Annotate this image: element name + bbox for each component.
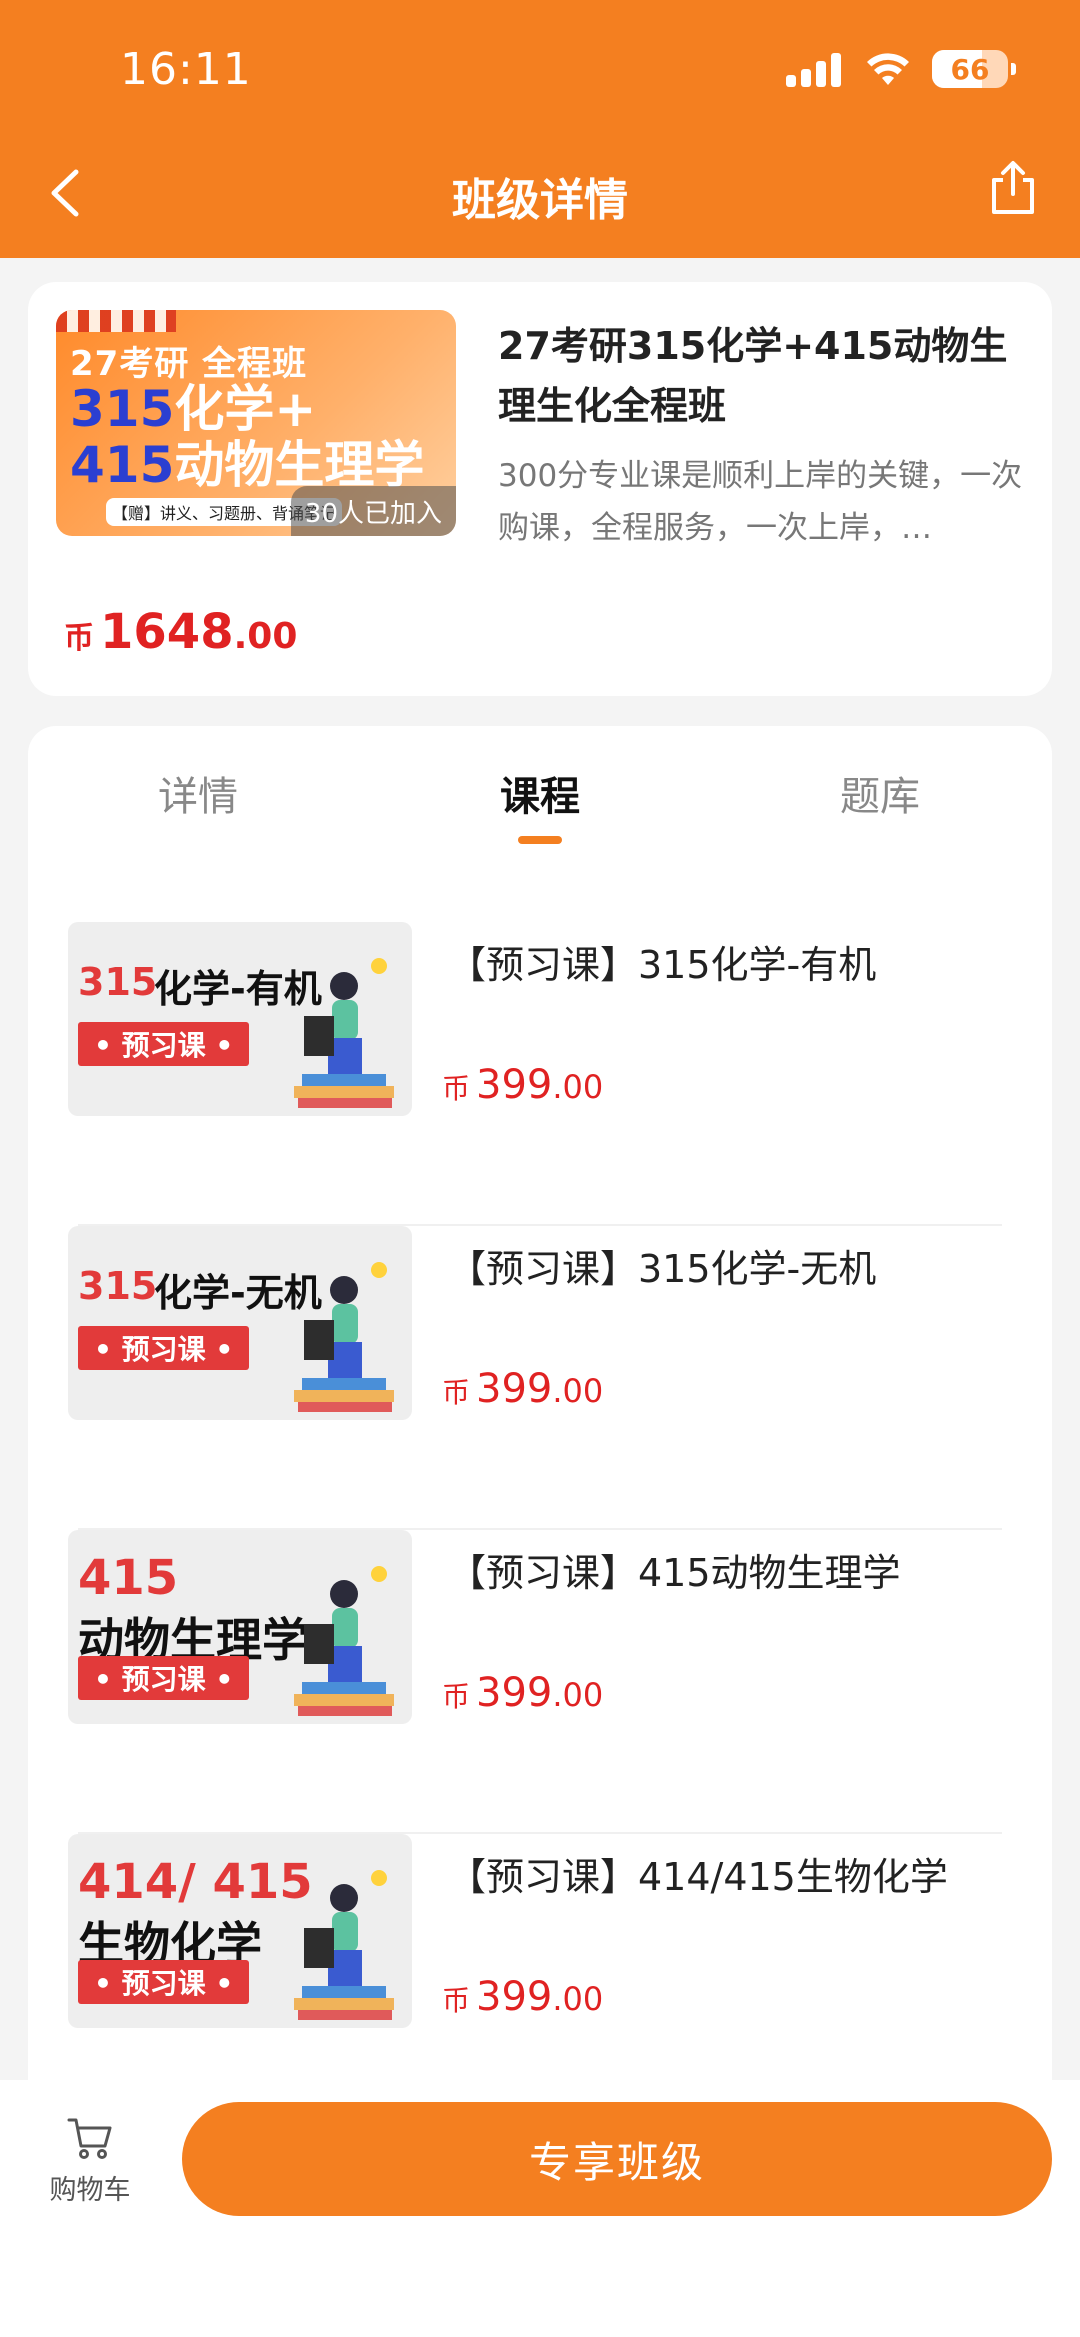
price-decimal: .00	[552, 1676, 604, 1714]
course-item[interactable]: 315 化学-有机 • 预习课 • 【预习课】315化学-有机 币 399 .0…	[28, 922, 1052, 1226]
currency-symbol: 币	[442, 1680, 471, 1713]
class-title: 27考研315化学+415动物生理生化全程班	[498, 324, 1008, 428]
cover-line-3: 415动物生理学	[70, 436, 425, 494]
price-integer: 399	[476, 1062, 553, 1108]
course-thumbnail: 315 化学-有机 • 预习课 •	[68, 922, 412, 1116]
price-decimal: .00	[552, 1068, 604, 1106]
course-title: 【预习课】415动物生理学	[448, 1551, 901, 1595]
class-cover-image: 27考研 全程班 315化学+ 415动物生理学 【赠】讲义、习题册、背诵笔记 …	[56, 310, 456, 536]
thumb-badge: • 预习课 •	[78, 1656, 250, 1700]
price-decimal: .00	[552, 1980, 604, 2018]
course-title: 【预习课】315化学-有机	[448, 943, 877, 987]
tab-details[interactable]: 详情	[158, 764, 238, 822]
student-illustration	[294, 1566, 394, 1716]
price-integer: 1648	[100, 604, 234, 660]
student-illustration	[294, 958, 394, 1108]
joined-count-badge: 30人已加入	[290, 486, 456, 536]
currency-symbol: 币	[442, 1376, 471, 1409]
cart-label: 购物车	[49, 2175, 131, 2206]
course-price: 币 399 .00	[442, 1974, 603, 2020]
course-thumbnail: 315 化学-无机 • 预习课 •	[68, 1226, 412, 1420]
thumb-number: 414/ 415	[78, 1854, 313, 1910]
student-illustration	[294, 1870, 394, 2020]
thumb-badge: • 预习课 •	[78, 1960, 250, 2004]
tab-bar: 详情 课程 题库	[28, 726, 1052, 866]
course-price: 币 399 .00	[442, 1366, 603, 1412]
price-integer: 399	[476, 1670, 553, 1716]
currency-symbol: 币	[442, 1984, 471, 2017]
student-illustration	[294, 1262, 394, 1412]
thumb-number: 415	[78, 1550, 179, 1606]
course-item[interactable]: 415 动物生理学 • 预习课 • 【预习课】415动物生理学 币 399 .0…	[28, 1530, 1052, 1834]
thumb-badge: • 预习课 •	[78, 1326, 250, 1370]
price-integer: 399	[476, 1974, 553, 2020]
active-tab-indicator	[518, 836, 562, 844]
course-price: 币 399 .00	[442, 1062, 603, 1108]
bottom-action-bar: 购物车 专享班级	[0, 2080, 1080, 2337]
course-title: 【预习课】414/415生物化学	[448, 1855, 948, 1899]
share-icon[interactable]	[988, 160, 1038, 216]
thumb-badge: • 预习课 •	[78, 1022, 250, 1066]
course-price: 币 399 .00	[442, 1670, 603, 1716]
cover-line-2: 315化学+	[70, 380, 317, 438]
wifi-icon	[867, 53, 909, 85]
cart-icon	[67, 2118, 112, 2159]
battery-level: 66	[950, 52, 990, 86]
price-decimal: .00	[552, 1372, 604, 1410]
cart-button[interactable]: 购物车	[40, 2116, 140, 2226]
price-integer: 399	[476, 1366, 553, 1412]
cover-headline: 27考研 全程班	[70, 344, 308, 384]
thumb-number: 315	[78, 960, 158, 1004]
currency-symbol: 币	[442, 1072, 471, 1105]
currency-symbol: 币	[64, 621, 94, 656]
class-price: 币 1648 .00	[64, 604, 297, 660]
battery-icon: 66	[932, 50, 1016, 88]
course-thumbnail: 415 动物生理学 • 预习课 •	[68, 1530, 412, 1724]
class-summary-card: 27考研 全程班 315化学+ 415动物生理学 【赠】讲义、习题册、背诵笔记 …	[28, 282, 1052, 696]
top-bar: 16:11 66 班级详情	[0, 0, 1080, 258]
price-decimal: .00	[233, 616, 298, 657]
course-panel: 详情 课程 题库 315 化学-有机 • 预习课 • 【预习课】315化学-有机…	[28, 726, 1052, 2126]
course-title: 【预习课】315化学-无机	[448, 1247, 877, 1291]
tab-courses[interactable]: 课程	[500, 764, 580, 822]
signal-icon	[786, 51, 844, 87]
status-time: 16:11	[120, 44, 252, 95]
course-item[interactable]: 315 化学-无机 • 预习课 • 【预习课】315化学-无机 币 399 .0…	[28, 1226, 1052, 1530]
tab-question-bank[interactable]: 题库	[840, 764, 920, 822]
page-title: 班级详情	[452, 175, 628, 226]
course-thumbnail: 414/ 415 生物化学 • 预习课 •	[68, 1834, 412, 2028]
exclusive-class-button[interactable]: 专享班级	[182, 2102, 1052, 2216]
status-icons: 66	[786, 50, 1016, 88]
thumb-number: 315	[78, 1264, 158, 1308]
class-description: 300分专业课是顺利上岸的关键，一次购课，全程服务，一次上岸，…	[498, 458, 1023, 546]
